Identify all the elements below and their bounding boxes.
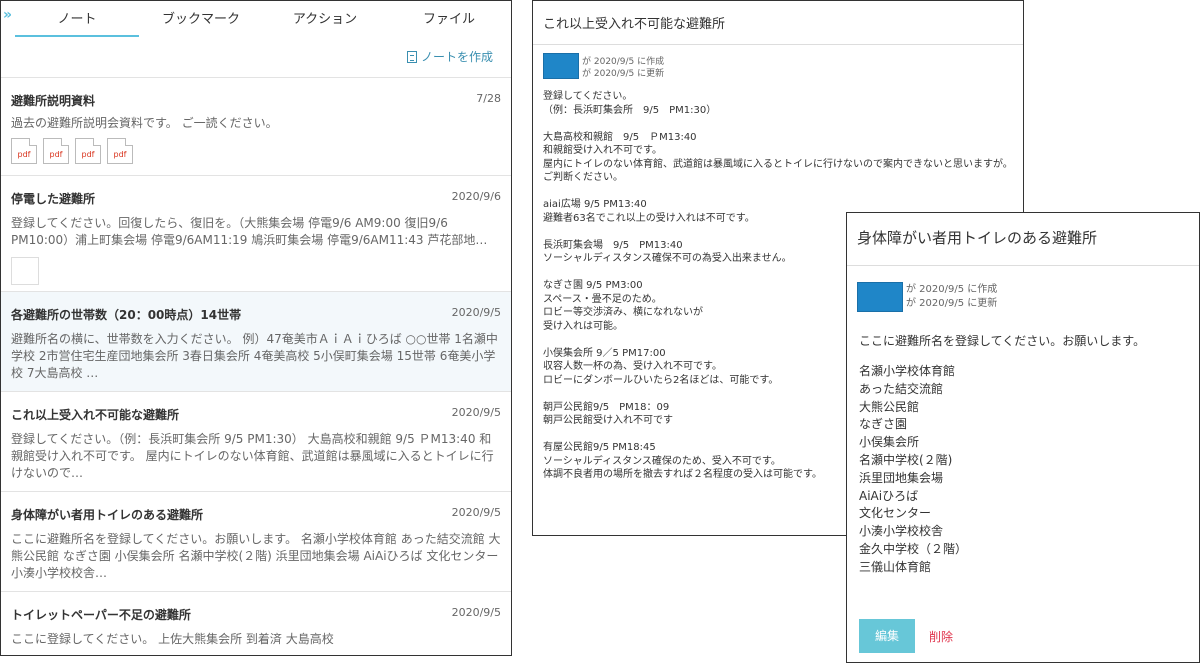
pdf-file-icon[interactable]: pdf [11, 138, 37, 164]
tab-notes[interactable]: ノート [15, 1, 139, 37]
note-date: 7/28 [476, 92, 501, 105]
note-title: これ以上受入れ不可能な避難所 [11, 408, 180, 422]
note-meta: が 2020/9/5 に作成 が 2020/9/5 に更新 [543, 53, 1023, 80]
list-item[interactable]: 避難所説明資料 7/28 過去の避難所説明会資料です。 ご一読ください。 pdf… [1, 77, 511, 175]
note-title: 身体障がい者用トイレのある避難所 [11, 508, 204, 522]
pdf-file-icon[interactable]: pdf [75, 138, 101, 164]
note-preview: 過去の避難所説明会資料です。 ご一読ください。 [11, 116, 278, 130]
create-note-button[interactable]: ノートを作成 [406, 48, 493, 65]
document-icon [406, 50, 417, 63]
note-title: 停電した避難所 [11, 192, 96, 206]
tab-bar: ノート ブックマーク アクション ファイル [15, 1, 511, 37]
note-detail-title: これ以上受入れ不可能な避難所 [533, 1, 1023, 45]
expand-icon[interactable]: » [3, 7, 12, 23]
list-item[interactable]: トイレットペーパー不足の避難所 2020/9/5 ここに登録してください。 上佐… [1, 591, 511, 655]
created-text: が 2020/9/5 に作成 [582, 57, 665, 67]
note-date: 2020/9/5 [451, 406, 501, 419]
note-date: 2020/9/6 [451, 190, 501, 203]
attachment-list: pdf pdf pdf pdf [11, 138, 501, 164]
list-item[interactable]: 各避難所の世帯数（20：00時点）14世帯 2020/9/5 避難所名の横に、世… [1, 291, 511, 391]
note-date: 2020/9/5 [451, 306, 501, 319]
created-text: が 2020/9/5 に作成 [906, 284, 998, 295]
note-title: トイレットペーパー不足の避難所 [11, 608, 191, 622]
note-actions: 編集 削除 [859, 619, 953, 653]
list-item: なぎさ園 [859, 417, 908, 432]
note-preview: 登録してください。回復したら、復旧を。（大熊集会場 停電9/6 AM9:00 復… [11, 216, 488, 247]
list-item: 名瀬小学校体育館 [859, 364, 956, 378]
tab-bookmarks[interactable]: ブックマーク [139, 1, 263, 37]
list-item: 大熊公民館 [859, 399, 920, 414]
note-title: 避難所説明資料 [11, 94, 96, 108]
note-preview: ここに避難所名を登録してください。お願いします。 名瀬小学校体育館 あった結交流… [11, 532, 501, 580]
list-item: 浜里団地集会場 [859, 470, 944, 485]
list-item: 名瀬中学校(２階) [859, 452, 953, 467]
list-item: あった結交流館 [859, 381, 944, 396]
list-item[interactable]: 停電した避難所 2020/9/6 登録してください。回復したら、復旧を。（大熊集… [1, 175, 511, 291]
note-preview: 避難所名の横に、世帯数を入力ください。 例）47奄美市ＡｉＡｉひろば ○○世帯 … [11, 332, 498, 380]
note-meta: が 2020/9/5 に作成 が 2020/9/5 に更新 [857, 282, 1199, 312]
note-date: 2020/9/5 [451, 506, 501, 519]
avatar [543, 53, 579, 79]
note-date: 2020/9/5 [451, 606, 501, 619]
list-item: 文化センター [859, 506, 932, 521]
create-note-label: ノートを作成 [420, 50, 493, 64]
list-item: 金久中学校（２階） [859, 541, 968, 556]
note-detail-title: 身体障がい者用トイレのある避難所 [847, 213, 1199, 266]
note-detail-panel-accessible-toilet: 身体障がい者用トイレのある避難所 が 2020/9/5 に作成 が 2020/9… [846, 212, 1200, 663]
attachment-thumbnail[interactable] [11, 257, 39, 285]
note-list-panel: » ノート ブックマーク アクション ファイル ノートを作成 避難所説明資料 7… [0, 0, 512, 656]
list-item: 三儀山体育館 [859, 559, 932, 574]
delete-button[interactable]: 削除 [929, 628, 953, 645]
list-item: 小湊小学校校舎 [859, 524, 944, 539]
note-preview: ここに登録してください。 上佐大熊集会所 到着済 大島高校 [11, 632, 334, 646]
avatar [857, 282, 903, 312]
list-item: AiAiひろば [859, 488, 919, 503]
shelter-list: 名瀬小学校体育館 あった結交流館 大熊公民館 なぎさ園 小俣集会所 名瀬中学校(… [859, 363, 1199, 577]
updated-text: が 2020/9/5 に更新 [906, 298, 998, 309]
pdf-file-icon[interactable]: pdf [43, 138, 69, 164]
list-item: 小俣集会所 [859, 435, 920, 450]
edit-button[interactable]: 編集 [859, 619, 915, 653]
tab-files[interactable]: ファイル [387, 1, 511, 37]
list-item[interactable]: これ以上受入れ不可能な避難所 2020/9/5 登録してください。（例：長浜町集… [1, 391, 511, 491]
list-item[interactable]: 身体障がい者用トイレのある避難所 2020/9/5 ここに避難所名を登録してくだ… [1, 491, 511, 591]
note-list: 避難所説明資料 7/28 過去の避難所説明会資料です。 ご一読ください。 pdf… [1, 77, 511, 655]
pdf-file-icon[interactable]: pdf [107, 138, 133, 164]
note-intro: ここに避難所名を登録してください。お願いします。 [859, 334, 1146, 348]
note-preview: 登録してください。（例：長浜町集会所 9/5 PM1:30） 大島高校和親館 9… [11, 432, 494, 480]
tab-actions[interactable]: アクション [263, 1, 387, 37]
updated-text: が 2020/9/5 に更新 [582, 69, 665, 79]
note-title: 各避難所の世帯数（20：00時点）14世帯 [11, 308, 242, 322]
